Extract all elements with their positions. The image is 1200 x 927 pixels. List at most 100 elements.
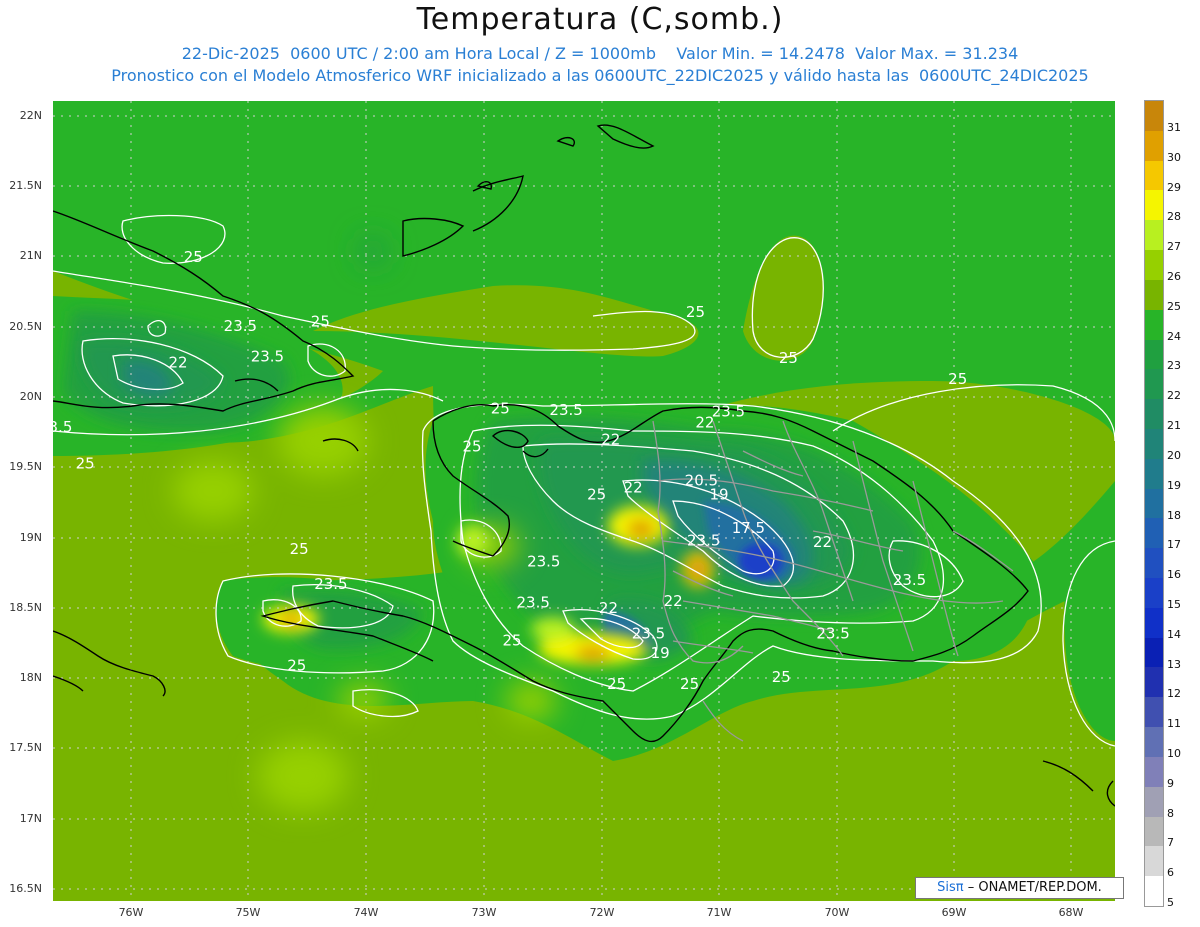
map-title: Temperatura (C,somb.) xyxy=(416,2,784,37)
contour-label: 3.5 xyxy=(53,418,72,436)
color-scale-segment xyxy=(1145,369,1163,400)
color-scale-label: 12 xyxy=(1167,687,1181,701)
color-scale-segment xyxy=(1145,220,1163,251)
color-scale-segment xyxy=(1145,548,1163,579)
color-scale-label: 26 xyxy=(1167,269,1181,283)
contour-label: 19 xyxy=(709,485,728,503)
credit-box: Sisπ – ONAMET/REP.DOM. xyxy=(915,877,1124,899)
contour-label: 25 xyxy=(686,303,705,321)
color-scale-label: 18 xyxy=(1167,508,1181,522)
color-scale-segment xyxy=(1145,250,1163,281)
color-scale-bar xyxy=(1144,100,1164,907)
contour-label: 25 xyxy=(607,675,626,693)
contour-label: 22 xyxy=(168,353,187,371)
temperature-map: 25 25 23.5 22 23.5 3.5 25 25 23.5 25 22 22 23.5 25 25 2… xyxy=(53,101,1115,901)
color-scale-segment xyxy=(1145,518,1163,549)
lat-label: 19.5N xyxy=(9,460,42,473)
color-scale-segment xyxy=(1145,458,1163,490)
contour-label: 23.5 xyxy=(712,402,745,420)
color-scale-label: 14 xyxy=(1167,627,1181,641)
color-scale-segment xyxy=(1145,667,1163,698)
contour-label: 23.5 xyxy=(893,571,926,589)
lat-label: 21.5N xyxy=(9,179,42,192)
contour-label: 25 xyxy=(311,313,330,331)
contour-label: 23.5 xyxy=(549,401,582,419)
color-scale-segment xyxy=(1145,727,1163,758)
color-scale-label: 13 xyxy=(1167,657,1181,671)
lat-label: 20.5N xyxy=(9,320,42,333)
contour-label: 25 xyxy=(462,438,481,456)
contour-label: 25 xyxy=(287,657,306,675)
color-scale-label: 7 xyxy=(1167,836,1174,850)
contour-label: 22 xyxy=(599,599,618,617)
lon-label: 70W xyxy=(824,906,850,919)
color-scale-segment xyxy=(1145,578,1163,609)
contour-label: 25 xyxy=(772,668,791,686)
lon-label: 69W xyxy=(941,906,967,919)
color-scale-segment xyxy=(1145,160,1163,191)
contour-label: 25 xyxy=(290,540,309,558)
color-scale-label: 30 xyxy=(1167,150,1181,164)
color-scale-label: 24 xyxy=(1167,329,1181,343)
color-scale-segment xyxy=(1145,279,1163,311)
color-scale-label: 19 xyxy=(1167,478,1181,492)
color-scale-segment xyxy=(1145,130,1163,162)
contour-label: 23.5 xyxy=(314,575,347,593)
lon-label: 73W xyxy=(471,906,497,919)
lon-label: 68W xyxy=(1058,906,1084,919)
color-scale-label: 11 xyxy=(1167,717,1181,731)
color-scale-label: 16 xyxy=(1167,568,1181,582)
lat-label: 16.5N xyxy=(9,882,42,895)
color-scale-label: 28 xyxy=(1167,210,1181,224)
lat-label: 18.5N xyxy=(9,601,42,614)
color-scale-label: 23 xyxy=(1167,359,1181,373)
color-scale-segment xyxy=(1145,786,1163,818)
lon-label: 71W xyxy=(706,906,732,919)
sis-logo-text: Sisπ xyxy=(937,880,964,895)
contour-label: 22 xyxy=(624,478,643,496)
color-scale-label: 5 xyxy=(1167,896,1174,910)
color-scale-segment xyxy=(1145,190,1163,221)
color-scale-label: 15 xyxy=(1167,597,1181,611)
contour-label: 23.5 xyxy=(632,624,665,642)
color-scale-segment xyxy=(1145,846,1163,877)
contour-label: 23.5 xyxy=(687,532,720,550)
color-scale-label: 29 xyxy=(1167,180,1181,194)
color-scale-segment xyxy=(1145,101,1163,132)
contour-label: 23.5 xyxy=(251,348,284,366)
lat-label: 19N xyxy=(19,531,42,544)
lat-label: 20N xyxy=(19,390,42,403)
contour-label: 25 xyxy=(587,485,606,503)
lat-label: 17.5N xyxy=(9,741,42,754)
color-scale-segment xyxy=(1145,339,1163,370)
map-canvas: 252523.522 23.53.52525 23.525 222223.525252… xyxy=(53,101,1115,901)
color-scale-label: 22 xyxy=(1167,389,1181,403)
color-scale-label: 6 xyxy=(1167,866,1174,880)
lat-label: 22N xyxy=(19,109,42,122)
color-scale-label: 25 xyxy=(1167,299,1181,313)
color-scale-label: 10 xyxy=(1167,747,1181,761)
color-scale-segment xyxy=(1145,697,1163,728)
lat-label: 21N xyxy=(19,249,42,262)
lat-label: 18N xyxy=(19,671,42,684)
color-scale-segment xyxy=(1145,637,1163,668)
color-scale-label: 20 xyxy=(1167,448,1181,462)
color-scale-label: 9 xyxy=(1167,776,1174,790)
color-scale-segment xyxy=(1145,399,1163,430)
lon-label: 72W xyxy=(589,906,615,919)
contour-label: 23.5 xyxy=(224,317,257,335)
contour-label: 25 xyxy=(779,349,798,367)
contour-label: 25 xyxy=(680,675,699,693)
contour-label: 23.5 xyxy=(527,553,560,571)
color-scale-label: 31 xyxy=(1167,120,1181,134)
contour-label: 23.5 xyxy=(516,593,549,611)
contour-label: 23.5 xyxy=(816,624,849,642)
color-scale-segment xyxy=(1145,816,1163,847)
contour-label: 22 xyxy=(813,533,832,551)
contour-label: 22 xyxy=(601,431,620,449)
lon-label: 76W xyxy=(118,906,144,919)
contour-label: 25 xyxy=(76,454,95,472)
color-scale-segment xyxy=(1145,488,1163,519)
color-scale-label: 27 xyxy=(1167,240,1181,254)
contour-label: 25 xyxy=(184,248,203,266)
